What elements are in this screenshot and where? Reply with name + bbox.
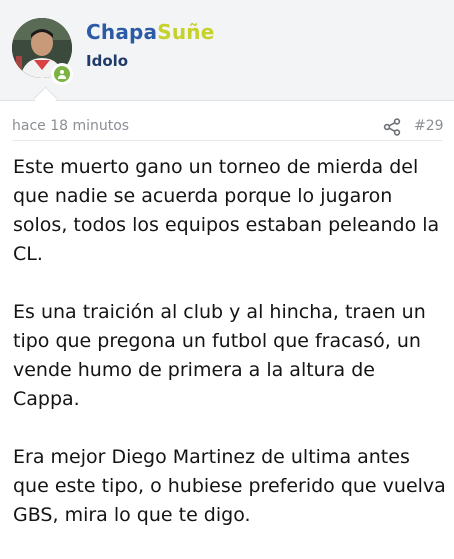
author-username[interactable]: ChapaSuñe (86, 20, 214, 44)
post-paragraph: Este muerto gano un torneo de mierda del… (13, 156, 440, 265)
post-body: Este muerto gano un torneo de mierda del… (13, 153, 447, 559)
username-part-2: Suñe (157, 20, 215, 44)
user-online-icon (58, 70, 66, 79)
post-meta-bar: hace 18 minutos #29 (0, 101, 454, 149)
post-paragraph: Es una traición al club y al hincha, tra… (13, 301, 426, 410)
online-status-indicator (51, 63, 73, 85)
post-number-link[interactable]: #29 (414, 118, 444, 134)
post-paragraph: Era mejor Diego Martinez de ultima antes… (13, 446, 446, 526)
author-user-title: Idolo (86, 52, 129, 70)
post-author-header: ChapaSuñe Idolo (0, 0, 454, 100)
avatar[interactable] (12, 18, 73, 85)
username-part-1: Chapa (86, 20, 158, 44)
post-timestamp[interactable]: hace 18 minutos (12, 118, 129, 134)
share-icon[interactable] (382, 117, 402, 137)
meta-divider (12, 140, 442, 141)
